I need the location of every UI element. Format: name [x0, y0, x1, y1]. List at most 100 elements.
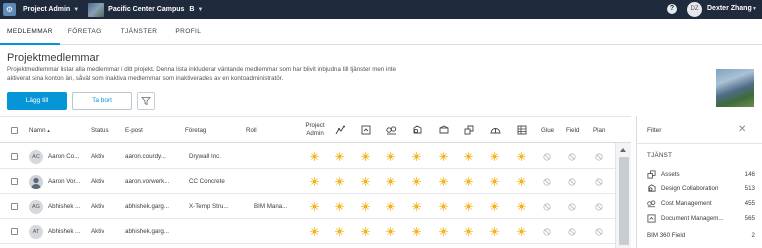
insights-status-icon[interactable]	[335, 177, 344, 186]
column-header-field[interactable]: Field	[566, 117, 579, 143]
document-management-status-icon[interactable]	[361, 202, 370, 211]
column-header-glue[interactable]: Glue	[541, 117, 554, 143]
row-checkbox[interactable]	[11, 219, 18, 244]
assets-status-icon[interactable]	[464, 177, 473, 186]
insights-status-icon[interactable]	[335, 227, 344, 236]
model-coordination-status-icon[interactable]	[439, 177, 448, 186]
member-name[interactable]: Aaron Vor...	[48, 169, 88, 194]
user-avatar[interactable]: DZ	[687, 2, 702, 17]
table-row[interactable]: AG Abhishek ... Aktiv abhishek.garg... X-Tem…	[0, 194, 615, 219]
model-coordination-status-icon[interactable]	[439, 202, 448, 211]
cost-management-status-icon[interactable]	[386, 152, 395, 161]
insights-status-icon[interactable]	[335, 202, 344, 211]
model-coordination-status-icon[interactable]	[439, 227, 448, 236]
model-coordination-icon[interactable]	[439, 117, 449, 143]
column-header-role[interactable]: Roll	[246, 117, 257, 143]
tab-profile[interactable]: PROFIL	[164, 19, 208, 45]
project-thumbnail	[88, 2, 105, 17]
assets-icon[interactable]	[464, 117, 474, 143]
filter-item-count: 2	[751, 232, 755, 239]
design-collaboration-status-icon[interactable]	[412, 152, 421, 161]
bim360-field-status-icon[interactable]	[490, 227, 499, 236]
assets-status-icon[interactable]	[464, 227, 473, 236]
bim360-field-status-icon[interactable]	[490, 177, 499, 186]
tab-companies[interactable]: FÖRETAG	[60, 19, 109, 45]
table-row[interactable]: AT Abhishek ... Aktiv abhishek.garg...	[0, 219, 615, 244]
close-icon[interactable]: ✕	[738, 124, 746, 135]
remove-member-button[interactable]: Ta bort	[72, 92, 132, 110]
table-scrollbar[interactable]	[615, 143, 631, 248]
column-header-status[interactable]: Status	[91, 117, 109, 143]
model-coordination-status-icon[interactable]	[439, 152, 448, 161]
project-management-status-icon[interactable]	[517, 177, 526, 186]
project-admin-status-icon[interactable]	[310, 227, 319, 236]
design-collaboration-status-icon[interactable]	[412, 227, 421, 236]
insights-icon[interactable]	[335, 117, 345, 143]
design-collaboration-status-icon[interactable]	[412, 202, 421, 211]
field-unavailable-icon	[568, 227, 576, 236]
tab-members[interactable]: MEDLEMMAR	[0, 19, 60, 45]
column-header-project-admin[interactable]: Project Admin	[302, 117, 328, 143]
row-checkbox[interactable]	[11, 194, 18, 219]
table-header: Namn ▲ Status E-post Företag Roll Projec…	[0, 117, 631, 143]
cost-management-status-icon[interactable]	[386, 227, 395, 236]
select-all-checkbox[interactable]	[11, 117, 18, 143]
bim360-field-status-icon[interactable]	[490, 152, 499, 161]
assets-status-icon[interactable]	[464, 202, 473, 211]
module-name[interactable]: Project Admin	[23, 6, 70, 13]
bim360-field-icon[interactable]	[490, 117, 501, 143]
row-checkbox[interactable]	[11, 144, 18, 169]
project-chevron-down-icon[interactable]: ▼	[197, 7, 203, 13]
app-switcher-icon[interactable]: ⚙	[3, 3, 16, 16]
design-collaboration-icon[interactable]	[412, 117, 422, 143]
project-management-status-icon[interactable]	[517, 152, 526, 161]
filter-item-document-management[interactable]: Document Managem... 565	[647, 212, 755, 225]
document-management-icon[interactable]	[361, 117, 371, 143]
table-row[interactable]: Aaron Vor... Aktiv aaron.vorwerk... CC Conc…	[0, 169, 615, 194]
help-icon[interactable]: ?	[667, 4, 677, 14]
avatar: AT	[29, 224, 43, 239]
add-member-button[interactable]: Lägg till	[7, 92, 67, 110]
project-management-icon[interactable]	[517, 117, 527, 143]
field-unavailable-icon	[568, 202, 576, 211]
column-header-company[interactable]: Företag	[185, 117, 206, 143]
tab-services[interactable]: TJÄNSTER	[109, 19, 165, 45]
project-management-status-icon[interactable]	[517, 202, 526, 211]
member-role	[254, 169, 299, 194]
table-row[interactable]: AC Aaron Co... Aktiv aaron.courdy... Drywall…	[0, 144, 615, 169]
project-admin-status-icon[interactable]	[310, 152, 319, 161]
filter-item-bim360-field[interactable]: BIM 360 Field 2	[647, 229, 755, 242]
member-name[interactable]: Abhishek ...	[48, 219, 88, 244]
module-chevron-down-icon[interactable]: ▼	[73, 7, 79, 13]
cost-management-status-icon[interactable]	[386, 177, 395, 186]
insights-status-icon[interactable]	[335, 152, 344, 161]
filter-item-assets[interactable]: Assets 146	[647, 168, 755, 181]
project-admin-status-icon[interactable]	[310, 177, 319, 186]
document-management-status-icon[interactable]	[361, 152, 370, 161]
document-management-status-icon[interactable]	[361, 177, 370, 186]
column-header-plan[interactable]: Plan	[593, 117, 605, 143]
row-checkbox[interactable]	[11, 169, 18, 194]
column-header-name[interactable]: Namn ▲	[29, 117, 50, 143]
project-admin-status-icon[interactable]	[310, 202, 319, 211]
filter-item-design-collaboration[interactable]: Design Collaboration 513	[647, 182, 755, 195]
assets-status-icon[interactable]	[464, 152, 473, 161]
filter-button[interactable]	[137, 92, 155, 110]
member-name[interactable]: Aaron Co...	[48, 144, 88, 169]
document-management-icon	[647, 214, 656, 223]
project-management-status-icon[interactable]	[517, 227, 526, 236]
design-collaboration-status-icon[interactable]	[412, 177, 421, 186]
document-management-status-icon[interactable]	[361, 227, 370, 236]
scroll-up-arrow-icon[interactable]	[620, 148, 626, 152]
cost-management-status-icon[interactable]	[386, 202, 395, 211]
project-name[interactable]: Pacific Center Campus	[108, 6, 184, 13]
filter-item-cost-management[interactable]: Cost Management 455	[647, 197, 755, 210]
user-name[interactable]: Dexter Zhang	[707, 5, 752, 12]
member-role	[254, 144, 299, 169]
bim360-field-status-icon[interactable]	[490, 202, 499, 211]
user-chevron-down-icon[interactable]: ▼	[752, 6, 757, 12]
column-header-email[interactable]: E-post	[125, 117, 143, 143]
scroll-thumb[interactable]	[619, 157, 629, 245]
member-name[interactable]: Abhishek ...	[48, 194, 88, 219]
cost-management-icon[interactable]	[386, 117, 397, 143]
